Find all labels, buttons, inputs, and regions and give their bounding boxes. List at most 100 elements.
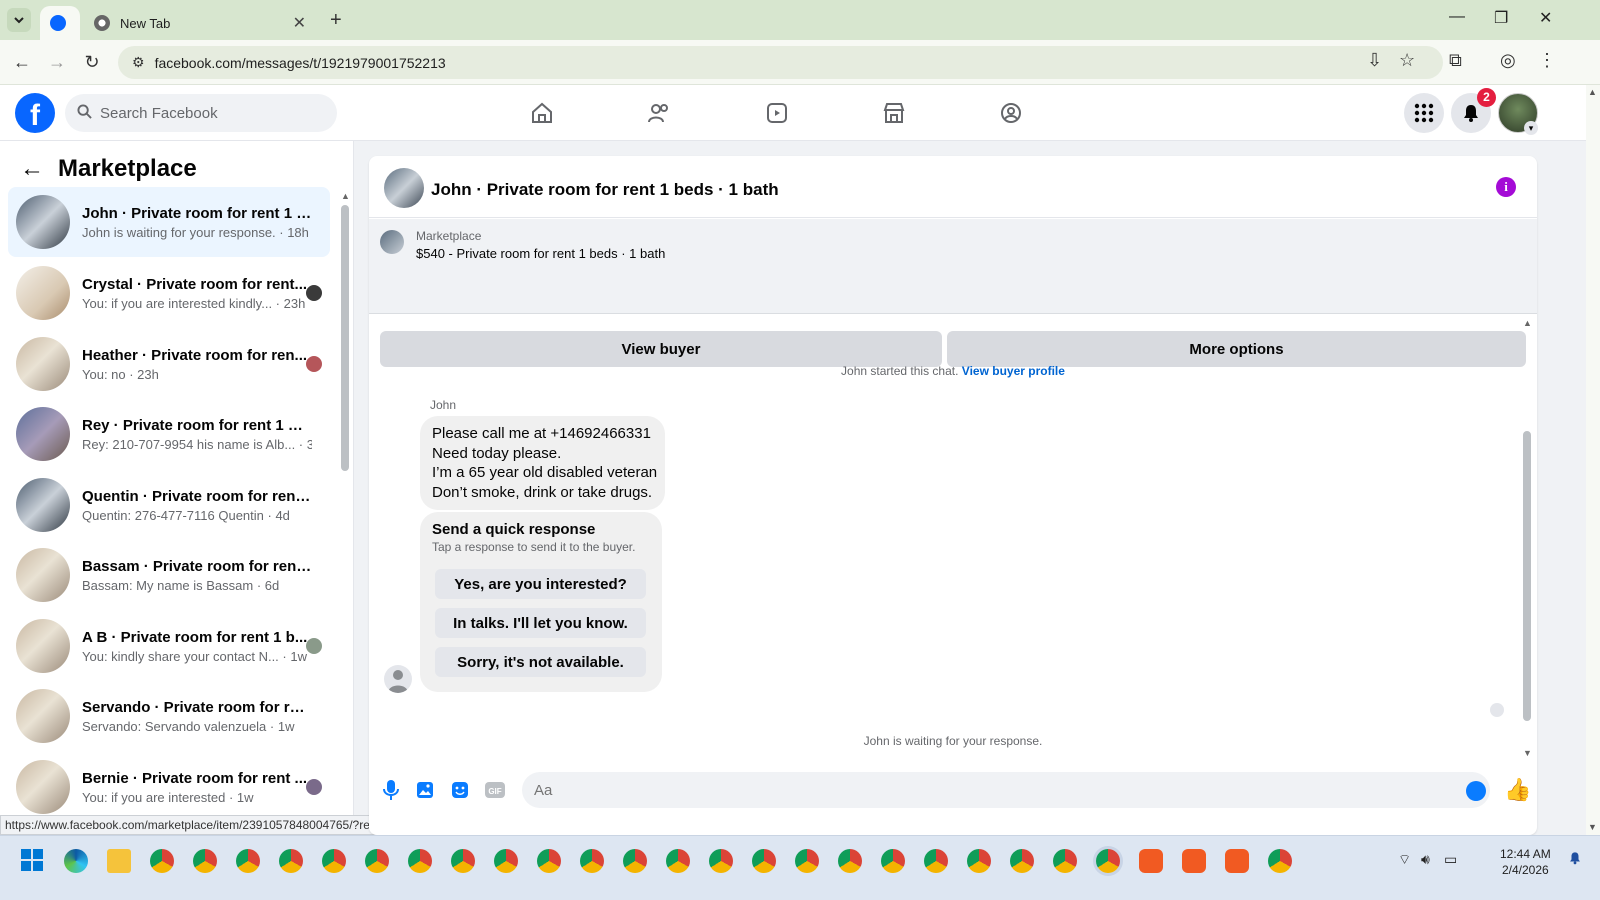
sticker-icon[interactable] [449, 779, 471, 801]
bookmark-star-icon[interactable]: ☆ [1399, 50, 1415, 71]
volume-icon[interactable]: 🔊︎ [1421, 851, 1430, 868]
brave-icon[interactable] [1225, 849, 1249, 873]
gaming-icon[interactable] [997, 99, 1025, 127]
facebook-logo[interactable]: f [15, 93, 55, 133]
scroll-up-arrow-icon[interactable]: ▲ [1523, 318, 1532, 328]
chrome-icon[interactable] [838, 849, 862, 873]
windows-start-icon[interactable] [21, 849, 43, 871]
chrome-icon[interactable] [537, 849, 561, 873]
close-tab-icon[interactable]: ✕ [293, 13, 306, 33]
chrome-icon[interactable] [580, 849, 604, 873]
chrome-icon[interactable] [752, 849, 776, 873]
chrome-icon[interactable] [881, 849, 905, 873]
tab-search-dropdown[interactable] [7, 8, 31, 32]
menu-kebab-icon[interactable]: ⋮ [1538, 50, 1556, 71]
system-clock[interactable]: 12:44 AM 2/4/2026 [1500, 846, 1551, 878]
photo-icon[interactable] [414, 779, 436, 801]
reload-icon[interactable]: ↻ [80, 50, 104, 74]
scroll-up-arrow-icon[interactable]: ▲ [1588, 87, 1597, 97]
chrome-icon[interactable] [666, 849, 690, 873]
install-app-icon[interactable]: ⇩ [1367, 50, 1382, 71]
message-bubble[interactable]: Please call me at +14692466331 Need toda… [420, 416, 665, 510]
chrome-icon[interactable] [967, 849, 991, 873]
microphone-icon[interactable] [380, 779, 402, 801]
chat-scrollbar[interactable] [1523, 431, 1531, 721]
profile-icon[interactable]: ◎ [1500, 50, 1516, 71]
quick-response-button[interactable]: In talks. I'll let you know. [435, 608, 646, 638]
chrome-icon[interactable] [408, 849, 432, 873]
thumbs-up-icon[interactable]: 👍 [1504, 777, 1531, 803]
conversation-item[interactable]: Quentin · Private room for rent 1... Quen… [8, 470, 330, 540]
brave-icon[interactable] [1182, 849, 1206, 873]
buyer-avatar[interactable] [384, 665, 412, 693]
gif-icon[interactable]: GIF [484, 779, 506, 801]
conversation-item[interactable]: Heather · Private room for ren... You: no… [8, 329, 330, 399]
conversation-item[interactable]: Servando · Private room for rent... Serva… [8, 681, 330, 751]
chrome-icon[interactable] [322, 849, 346, 873]
notification-bell-icon[interactable] [1568, 851, 1582, 868]
page-scrollbar[interactable]: ▲ ▼ [1586, 85, 1600, 835]
address-bar[interactable]: ⚙ facebook.com/messages/t/19219790017522… [118, 46, 1443, 79]
friends-icon[interactable] [645, 99, 673, 127]
restore-icon[interactable]: ❐ [1494, 8, 1508, 28]
brave-icon[interactable] [1139, 849, 1163, 873]
battery-icon[interactable]: ▭ [1444, 851, 1457, 868]
chrome-icon-active[interactable] [1096, 849, 1120, 873]
view-buyer-profile-link[interactable]: View buyer profile [962, 364, 1065, 378]
conversation-item[interactable]: A B · Private room for rent 1 b... You: k… [8, 611, 330, 681]
conversation-item[interactable]: Bassam · Private room for rent 1 ... Bass… [8, 540, 330, 610]
chrome-icon[interactable] [365, 849, 389, 873]
message-input[interactable] [522, 772, 1490, 808]
marketplace-icon[interactable] [880, 99, 908, 127]
chrome-icon[interactable] [795, 849, 819, 873]
chrome-icon[interactable] [451, 849, 475, 873]
close-window-icon[interactable]: ✕ [1539, 8, 1552, 28]
site-settings-icon[interactable]: ⚙ [132, 54, 145, 71]
extensions-icon[interactable]: ⧉ [1449, 50, 1462, 71]
tab-facebook[interactable] [40, 6, 80, 40]
chrome-icon[interactable] [1010, 849, 1034, 873]
tab-new-tab[interactable]: New Tab ✕ [84, 6, 316, 40]
home-icon[interactable] [528, 99, 556, 127]
scroll-down-arrow-icon[interactable]: ▼ [1523, 748, 1532, 758]
chat-title[interactable]: John · Private room for rent 1 beds · 1 … [431, 180, 779, 200]
chrome-icon[interactable] [494, 849, 518, 873]
file-explorer-icon[interactable] [107, 849, 131, 873]
menu-grid-icon[interactable] [1404, 93, 1444, 133]
chrome-icon[interactable] [236, 849, 260, 873]
scroll-up-arrow-icon[interactable]: ▲ [341, 191, 350, 201]
scroll-down-arrow-icon[interactable]: ▼ [1588, 822, 1597, 832]
conversation-item[interactable]: John · Private room for rent 1 be... John… [8, 187, 330, 257]
search-facebook-input[interactable]: Search Facebook [65, 94, 337, 132]
forward-icon[interactable]: → [45, 50, 69, 74]
video-icon[interactable] [763, 99, 791, 127]
chat-avatar[interactable] [384, 168, 424, 208]
new-tab-button[interactable]: + [330, 9, 342, 32]
chrome-icon[interactable] [1053, 849, 1077, 873]
seen-avatar [306, 779, 322, 795]
chevron-down-icon[interactable]: ▾ [1524, 121, 1538, 135]
view-buyer-button[interactable]: View buyer [380, 331, 942, 367]
chrome-icon[interactable] [193, 849, 217, 873]
sidebar-scrollbar[interactable] [341, 205, 349, 471]
edge-icon[interactable] [64, 849, 88, 873]
emoji-icon[interactable] [1466, 781, 1486, 801]
conversation-item[interactable]: Rey · Private room for rent 1 bed... Rey:… [8, 399, 330, 469]
conversation-item[interactable]: Bernie · Private room for rent ... You: i… [8, 752, 330, 822]
chrome-icon[interactable] [150, 849, 174, 873]
chrome-icon[interactable] [279, 849, 303, 873]
more-options-button[interactable]: More options [947, 331, 1526, 367]
chrome-icon[interactable] [924, 849, 948, 873]
chrome-icon[interactable] [1268, 849, 1292, 873]
back-arrow-icon[interactable]: ← [20, 155, 44, 183]
quick-response-button[interactable]: Sorry, it's not available. [435, 647, 646, 677]
back-icon[interactable]: ← [10, 50, 34, 74]
quick-response-button[interactable]: Yes, are you interested? [435, 569, 646, 599]
info-icon[interactable]: i [1496, 177, 1516, 197]
chrome-icon[interactable] [623, 849, 647, 873]
chrome-icon[interactable] [709, 849, 733, 873]
minimize-icon[interactable]: — [1449, 8, 1465, 26]
listing-price-title[interactable]: $540 - Private room for rent 1 beds · 1 … [416, 246, 665, 261]
conversation-item[interactable]: Crystal · Private room for rent... You: i… [8, 258, 330, 328]
wifi-icon[interactable]: ⌔ [1398, 851, 1411, 869]
